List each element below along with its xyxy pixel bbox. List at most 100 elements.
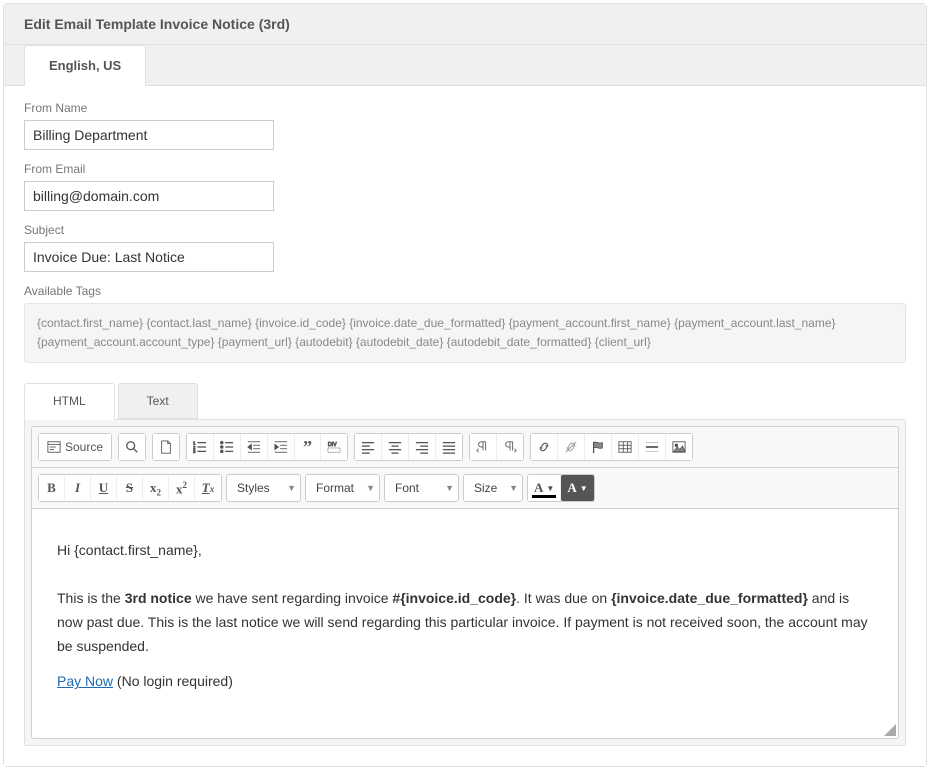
- ltr-button[interactable]: [470, 434, 497, 460]
- underline-button[interactable]: U: [91, 475, 117, 501]
- superscript-icon: x2: [176, 480, 187, 497]
- align-justify-icon: [442, 440, 456, 454]
- notice-paragraph: This is the 3rd notice we have sent rega…: [57, 587, 873, 658]
- editor-tab-text[interactable]: Text: [118, 383, 198, 419]
- bold-button[interactable]: B: [39, 475, 65, 501]
- align-center-icon: [388, 440, 402, 454]
- hr-button[interactable]: [639, 434, 666, 460]
- outdent-button[interactable]: [241, 434, 268, 460]
- subject-group: Subject: [24, 223, 906, 272]
- preview-button[interactable]: [119, 434, 145, 460]
- superscript-button[interactable]: x2: [169, 475, 195, 501]
- align-right-icon: [415, 440, 429, 454]
- from-email-label: From Email: [24, 162, 906, 176]
- rtl-icon: [503, 440, 517, 454]
- indent-icon: [274, 440, 288, 454]
- align-right-button[interactable]: [409, 434, 436, 460]
- remove-format-icon: Tx: [202, 480, 214, 496]
- numbered-list-button[interactable]: 123: [187, 434, 214, 460]
- svg-text:3: 3: [193, 450, 196, 455]
- bg-color-icon: A: [567, 480, 576, 496]
- bullet-list-icon: [220, 440, 234, 454]
- format-combo[interactable]: Format▼: [305, 474, 380, 502]
- available-tags-group: Available Tags {contact.first_name} {con…: [24, 284, 906, 363]
- bullet-list-button[interactable]: [214, 434, 241, 460]
- align-justify-button[interactable]: [436, 434, 462, 460]
- panel-body: From Name From Email Subject Available T…: [4, 86, 926, 766]
- available-tags-box: {contact.first_name} {contact.last_name}…: [24, 303, 906, 363]
- resize-handle[interactable]: [884, 724, 896, 736]
- caret-down-icon: ▼: [366, 483, 375, 493]
- edit-email-template-panel: Edit Email Template Invoice Notice (3rd)…: [3, 3, 927, 767]
- image-button[interactable]: [666, 434, 692, 460]
- page-icon: [159, 440, 173, 454]
- from-name-input[interactable]: [24, 120, 274, 150]
- editor-toolbar-row2: B I U S x2 x2 Tx Styles▼ Format▼ Font▼ S…: [31, 468, 899, 509]
- underline-icon: U: [99, 480, 108, 496]
- quote-icon: ”: [303, 442, 312, 452]
- text-color-button[interactable]: A▼: [528, 475, 561, 501]
- unlink-icon: [564, 440, 578, 454]
- bg-color-button[interactable]: A▼: [561, 475, 593, 501]
- source-button[interactable]: Source: [39, 434, 111, 460]
- subject-label: Subject: [24, 223, 906, 237]
- italic-button[interactable]: I: [65, 475, 91, 501]
- strike-icon: S: [126, 480, 133, 496]
- greeting-line: Hi {contact.first_name},: [57, 539, 873, 563]
- editor-toolbar-row1: Source 123 ” DIV: [31, 426, 899, 468]
- text-color-icon: A: [534, 480, 543, 496]
- indent-button[interactable]: [268, 434, 295, 460]
- hr-icon: [645, 440, 659, 454]
- table-button[interactable]: [612, 434, 639, 460]
- subject-input[interactable]: [24, 242, 274, 272]
- source-label: Source: [65, 440, 103, 454]
- from-name-group: From Name: [24, 101, 906, 150]
- ltr-icon: [476, 440, 490, 454]
- templates-button[interactable]: [153, 434, 179, 460]
- font-combo[interactable]: Font▼: [384, 474, 459, 502]
- subscript-icon: x2: [150, 480, 161, 498]
- bold-icon: B: [47, 480, 56, 496]
- strike-button[interactable]: S: [117, 475, 143, 501]
- rich-text-editor: Source 123 ” DIV: [24, 419, 906, 746]
- link-icon: [537, 440, 551, 454]
- magnifier-icon: [125, 440, 139, 454]
- size-combo[interactable]: Size▼: [463, 474, 523, 502]
- caret-down-icon: ▼: [509, 483, 518, 493]
- caret-down-icon: ▼: [445, 483, 454, 493]
- align-center-button[interactable]: [382, 434, 409, 460]
- styles-combo[interactable]: Styles▼: [226, 474, 301, 502]
- from-email-group: From Email: [24, 162, 906, 211]
- editor-tab-html[interactable]: HTML: [24, 383, 115, 420]
- from-name-label: From Name: [24, 101, 906, 115]
- caret-down-icon: ▼: [580, 484, 588, 493]
- flag-icon: [591, 440, 605, 454]
- link-button[interactable]: [531, 434, 558, 460]
- tab-english-us[interactable]: English, US: [24, 45, 146, 86]
- blockquote-button[interactable]: ”: [295, 434, 321, 460]
- div-icon: DIV: [327, 440, 341, 454]
- caret-down-icon: ▼: [287, 483, 296, 493]
- svg-text:DIV: DIV: [328, 443, 337, 449]
- align-left-icon: [361, 440, 375, 454]
- image-icon: [672, 440, 686, 454]
- editor-tabs: HTML Text: [24, 383, 906, 419]
- subscript-button[interactable]: x2: [143, 475, 169, 501]
- align-left-button[interactable]: [355, 434, 382, 460]
- outdent-icon: [247, 440, 261, 454]
- italic-icon: I: [75, 480, 80, 496]
- div-button[interactable]: DIV: [321, 434, 347, 460]
- available-tags-label: Available Tags: [24, 284, 906, 298]
- caret-down-icon: ▼: [546, 484, 554, 493]
- unlink-button[interactable]: [558, 434, 585, 460]
- pay-now-link[interactable]: Pay Now: [57, 673, 113, 689]
- anchor-button[interactable]: [585, 434, 612, 460]
- remove-format-button[interactable]: Tx: [195, 475, 221, 501]
- editor-content-area[interactable]: Hi {contact.first_name}, This is the 3rd…: [31, 509, 899, 739]
- from-email-input[interactable]: [24, 181, 274, 211]
- language-tabs: English, US: [4, 45, 926, 86]
- table-icon: [618, 440, 632, 454]
- numbered-list-icon: 123: [193, 440, 207, 454]
- pay-now-line: Pay Now (No login required): [57, 670, 873, 694]
- rtl-button[interactable]: [497, 434, 523, 460]
